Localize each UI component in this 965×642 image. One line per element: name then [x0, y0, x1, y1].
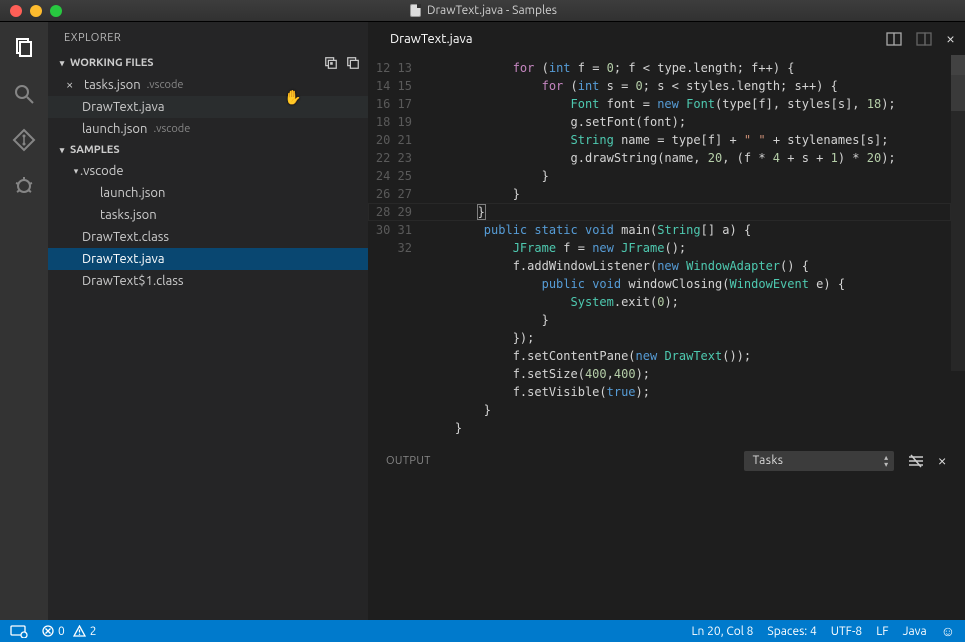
git-activity-icon[interactable]: [12, 128, 36, 152]
folder-name: .vscode: [80, 164, 124, 178]
status-remote-icon[interactable]: [10, 624, 28, 638]
file-drawtext-class[interactable]: DrawText.class: [48, 226, 368, 248]
statusbar: 0 2 Ln 20, Col 8 Spaces: 4 UTF-8 LF Java…: [0, 620, 965, 642]
code-editor[interactable]: 12 13 14 15 16 17 18 19 20 21 22 23 24 2…: [368, 55, 965, 445]
document-icon: [410, 4, 421, 17]
split-editor-icon[interactable]: [886, 32, 902, 46]
file-name: DrawText$1.class: [82, 274, 184, 288]
current-line-highlight: [368, 203, 951, 221]
clear-output-icon[interactable]: [908, 454, 924, 468]
save-all-icon[interactable]: [324, 56, 338, 70]
chevron-updown-icon: ▴▾: [884, 452, 888, 470]
code-content[interactable]: for (int f = 0; f < type.length; f++) { …: [426, 55, 951, 445]
working-file-tasks-json[interactable]: × tasks.json .vscode: [48, 74, 368, 96]
status-warnings[interactable]: 2: [73, 625, 97, 638]
debug-activity-icon[interactable]: [12, 174, 36, 198]
file-tasks-json[interactable]: tasks.json: [48, 204, 368, 226]
project-label: SAMPLES: [70, 144, 120, 156]
status-errors-count: 0: [58, 625, 65, 638]
close-window-button[interactable]: [10, 5, 22, 17]
editor-group: DrawText.java × 12 13 14 15 16 17 18 19 …: [368, 22, 965, 620]
close-icon[interactable]: ×: [66, 78, 80, 92]
feedback-icon[interactable]: ☺: [941, 623, 955, 639]
file-folder: .vscode: [153, 123, 190, 135]
minimap[interactable]: [951, 55, 965, 445]
status-indentation[interactable]: Spaces: 4: [767, 625, 816, 638]
folder-vscode[interactable]: ▾ .vscode: [48, 160, 368, 182]
file-name: tasks.json: [100, 208, 157, 222]
editor-tabbar: DrawText.java ×: [368, 22, 965, 55]
explorer-title: EXPLORER: [48, 22, 368, 52]
close-panel-icon[interactable]: ×: [938, 452, 947, 470]
file-drawtext-dollar-1-class[interactable]: DrawText$1.class: [48, 270, 368, 292]
status-errors[interactable]: 0: [42, 625, 65, 638]
window-controls: [0, 5, 72, 17]
working-file-drawtext-java[interactable]: DrawText.java: [48, 96, 368, 118]
close-editor-icon[interactable]: ×: [946, 30, 955, 48]
chevron-down-icon: ▾: [72, 166, 80, 177]
editor-tab-drawtext[interactable]: DrawText.java: [390, 32, 473, 46]
status-cursor-position[interactable]: Ln 20, Col 8: [691, 625, 753, 638]
status-eol[interactable]: LF: [876, 625, 888, 638]
status-encoding[interactable]: UTF-8: [831, 625, 862, 638]
file-name: launch.json: [100, 186, 165, 200]
project-header[interactable]: ▾ SAMPLES: [48, 140, 368, 160]
window-title: DrawText.java - Samples: [72, 4, 895, 17]
file-name: DrawText.class: [82, 230, 169, 244]
zoom-window-button[interactable]: [50, 5, 62, 17]
file-launch-json[interactable]: launch.json: [48, 182, 368, 204]
output-panel: OUTPUT Tasks ▴▾ ×: [368, 445, 965, 620]
chevron-down-icon: ▾: [58, 58, 66, 69]
status-language[interactable]: Java: [903, 625, 927, 638]
close-all-icon[interactable]: [346, 56, 360, 70]
output-body[interactable]: [368, 476, 965, 620]
file-name: DrawText.java: [82, 252, 165, 266]
output-label: OUTPUT: [386, 455, 431, 467]
explorer-sidebar: EXPLORER ▾ WORKING FILES × tasks.json .v…: [48, 22, 368, 620]
titlebar: DrawText.java - Samples: [0, 0, 965, 22]
chevron-down-icon: ▾: [58, 145, 66, 156]
working-files-label: WORKING FILES: [70, 57, 154, 69]
file-folder: .vscode: [147, 79, 184, 91]
line-number-gutter: 12 13 14 15 16 17 18 19 20 21 22 23 24 2…: [368, 55, 426, 445]
status-warnings-count: 2: [90, 625, 97, 638]
minimize-window-button[interactable]: [30, 5, 42, 17]
search-activity-icon[interactable]: [12, 82, 36, 106]
output-channel-value: Tasks: [753, 454, 784, 467]
working-files-header[interactable]: ▾ WORKING FILES: [48, 52, 368, 74]
file-name: launch.json: [82, 122, 147, 136]
activity-bar: [0, 22, 48, 620]
more-editor-icon[interactable]: [916, 32, 932, 46]
working-file-launch-json[interactable]: launch.json .vscode: [48, 118, 368, 140]
file-name: tasks.json: [84, 78, 141, 92]
window-title-text: DrawText.java - Samples: [427, 4, 557, 17]
file-drawtext-java[interactable]: DrawText.java: [48, 248, 368, 270]
output-channel-select[interactable]: Tasks ▴▾: [744, 451, 894, 471]
explorer-activity-icon[interactable]: [12, 36, 36, 60]
file-name: DrawText.java: [82, 100, 165, 114]
